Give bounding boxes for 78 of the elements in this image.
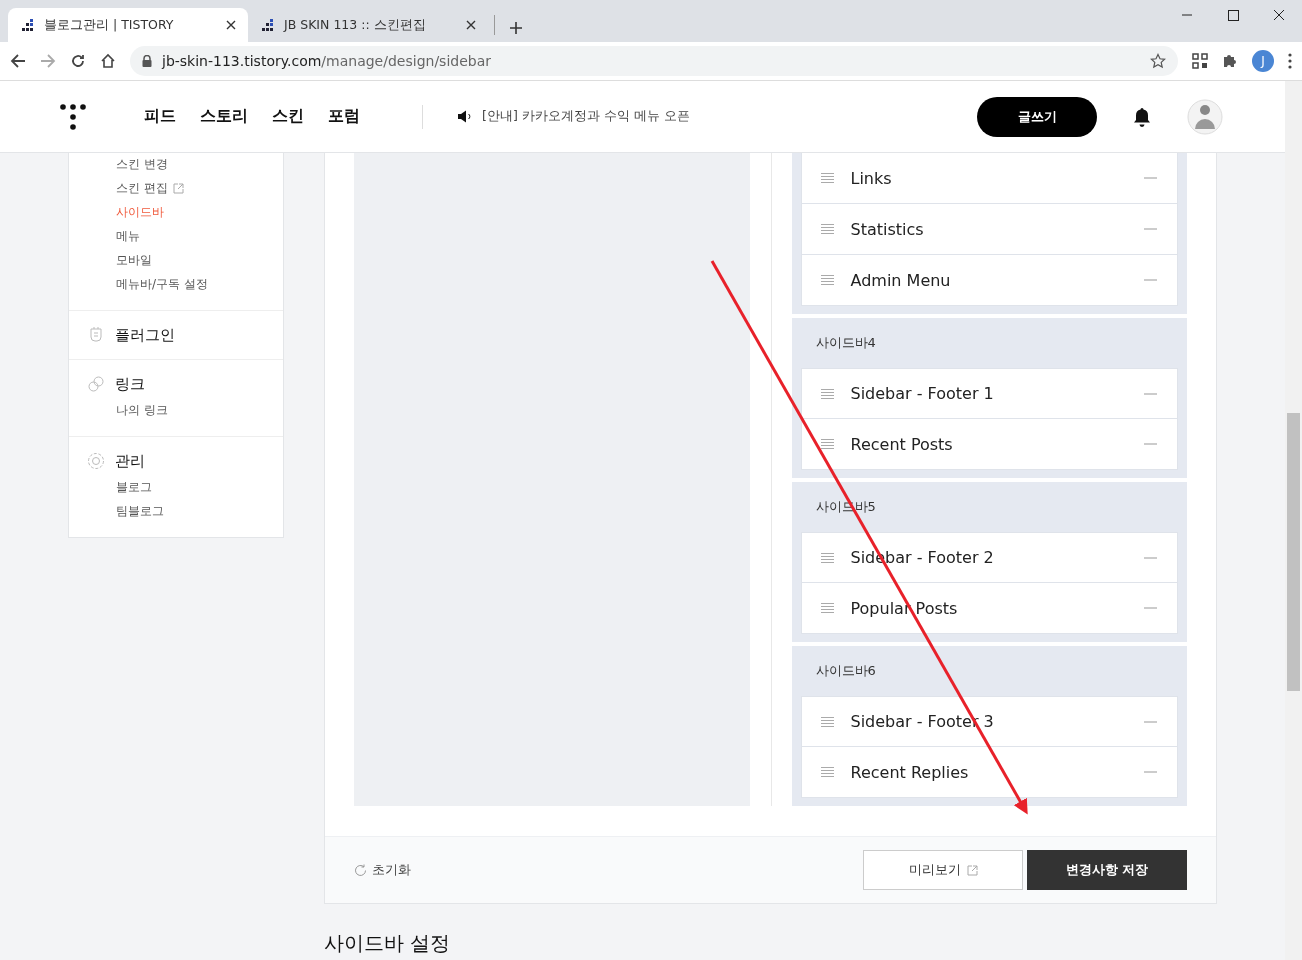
speaker-icon bbox=[457, 110, 472, 123]
drag-handle-icon[interactable] bbox=[820, 173, 834, 183]
drag-handle-icon[interactable] bbox=[820, 388, 834, 399]
menu-item[interactable]: 블로그 bbox=[116, 475, 152, 499]
logo-icon[interactable] bbox=[60, 103, 86, 130]
menu-item[interactable]: 나의 링크 bbox=[116, 398, 168, 422]
menu-item[interactable]: 사이드바 bbox=[116, 200, 164, 224]
link-icon bbox=[87, 375, 105, 393]
module-row[interactable]: Recent Replies bbox=[800, 747, 1178, 798]
drag-handle-icon[interactable] bbox=[820, 767, 834, 777]
module-name: Sidebar - Footer 1 bbox=[850, 384, 995, 403]
gear-icon bbox=[87, 452, 105, 470]
nav-link[interactable]: 포럼 bbox=[328, 106, 360, 127]
drag-handle-icon[interactable] bbox=[820, 224, 834, 234]
drag-handle-icon[interactable] bbox=[820, 603, 834, 613]
drag-handle-icon[interactable] bbox=[820, 275, 834, 285]
module-row[interactable]: Sidebar - Footer 1 bbox=[800, 368, 1178, 419]
menu-item[interactable]: 팀블로그 bbox=[116, 499, 164, 523]
remove-icon[interactable] bbox=[1144, 720, 1157, 723]
home-icon[interactable] bbox=[100, 53, 116, 69]
save-button[interactable]: 변경사항 저장 bbox=[1027, 850, 1187, 890]
menu-section-title[interactable]: 플러그인 bbox=[115, 325, 175, 345]
new-tab-icon[interactable] bbox=[509, 21, 523, 35]
drag-handle-icon[interactable] bbox=[820, 552, 834, 563]
favicon-icon bbox=[20, 18, 34, 32]
module-name: Links bbox=[850, 168, 893, 188]
notice-text[interactable]: [안내] 카카오계정과 수익 메뉴 오픈 bbox=[482, 108, 690, 125]
close-icon[interactable] bbox=[226, 20, 236, 30]
module-name: Popular Posts bbox=[850, 598, 959, 618]
nav-link[interactable]: 피드 bbox=[144, 106, 176, 127]
nav-link[interactable]: 스킨 bbox=[272, 106, 304, 127]
menu-section-title[interactable]: 관리 bbox=[115, 451, 145, 471]
module-row[interactable]: Admin Menu bbox=[800, 255, 1178, 306]
back-icon[interactable] bbox=[10, 53, 26, 69]
refresh-icon bbox=[354, 863, 367, 877]
address-bar[interactable]: jb-skin-113.tistory.com/manage/design/sidebar bbox=[130, 46, 1178, 76]
group-title: 사이드바4 bbox=[815, 334, 876, 352]
group-title: 사이드바6 bbox=[815, 662, 876, 680]
drag-handle-icon[interactable] bbox=[820, 716, 834, 727]
plug-icon bbox=[87, 326, 105, 344]
nav-link[interactable]: 스토리 bbox=[200, 106, 248, 127]
forward-icon[interactable] bbox=[40, 53, 56, 69]
drag-handle-icon[interactable] bbox=[820, 439, 834, 449]
module-name: Recent Posts bbox=[850, 434, 954, 454]
menu-item[interactable]: 스킨 변경 bbox=[116, 153, 168, 176]
avatar-icon[interactable] bbox=[1187, 98, 1223, 135]
remove-icon[interactable] bbox=[1144, 392, 1157, 395]
menu-section-title[interactable]: 링크 bbox=[115, 374, 145, 394]
menu-item[interactable]: 모바일 bbox=[116, 248, 152, 272]
menu-item[interactable]: 메뉴 bbox=[116, 224, 140, 248]
bell-icon[interactable] bbox=[1133, 106, 1151, 127]
section-title: 사이드바 설정 bbox=[324, 930, 452, 957]
reload-icon[interactable] bbox=[70, 53, 86, 69]
scrollbar[interactable] bbox=[1285, 81, 1302, 960]
module-name: Admin Menu bbox=[850, 270, 952, 290]
module-row[interactable]: Popular Posts bbox=[800, 583, 1178, 634]
qr-code-icon[interactable] bbox=[1192, 53, 1208, 69]
write-button[interactable]: 글쓰기 bbox=[977, 96, 1097, 137]
module-name: Statistics bbox=[850, 219, 925, 239]
star-icon[interactable] bbox=[1150, 53, 1166, 69]
remove-icon[interactable] bbox=[1144, 556, 1157, 559]
menu-item[interactable]: 메뉴바/구독 설정 bbox=[116, 272, 208, 296]
lock-icon bbox=[142, 55, 152, 67]
module-name: Recent Replies bbox=[850, 762, 970, 782]
close-icon[interactable] bbox=[466, 20, 476, 30]
external-link-icon bbox=[966, 864, 978, 876]
menu-item[interactable]: 스킨 편집 bbox=[116, 176, 184, 200]
module-row[interactable]: Statistics bbox=[800, 204, 1178, 255]
browser-tab[interactable]: JB SKIN 113 :: 스킨편집 bbox=[248, 8, 488, 42]
module-row[interactable]: Links bbox=[800, 153, 1178, 204]
favicon-icon bbox=[260, 18, 274, 32]
preview-button[interactable]: 미리보기 bbox=[863, 850, 1023, 890]
reset-button[interactable]: 초기화 bbox=[354, 861, 411, 879]
menu-icon[interactable] bbox=[1288, 53, 1292, 69]
module-row[interactable]: Recent Posts bbox=[800, 419, 1178, 470]
browser-tab[interactable]: 블로그관리 | TISTORY bbox=[8, 8, 248, 42]
profile-avatar[interactable]: J bbox=[1252, 50, 1274, 72]
puzzle-icon[interactable] bbox=[1222, 53, 1238, 69]
